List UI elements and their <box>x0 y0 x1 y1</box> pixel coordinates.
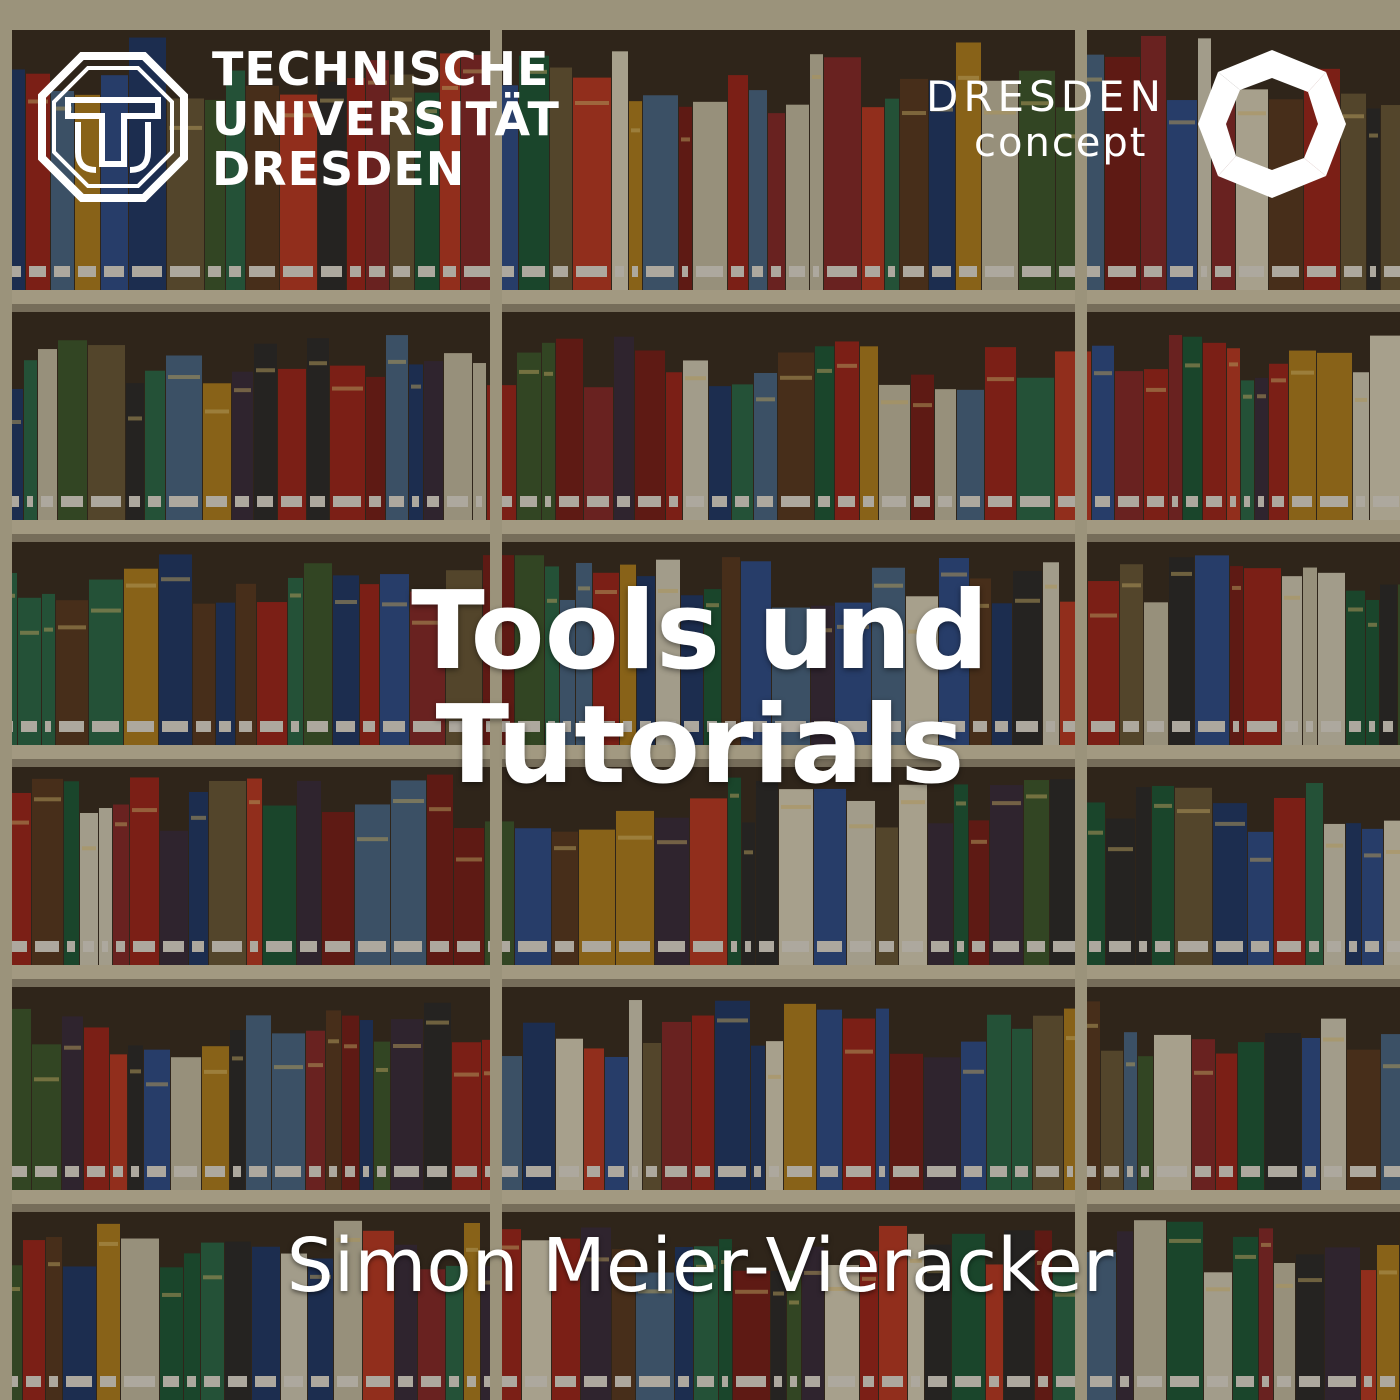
cover-art: TECHNISCHE UNIVERSITÄT DRESDEN DRESDEN c… <box>0 0 1400 1400</box>
university-name: TECHNISCHE UNIVERSITÄT DRESDEN <box>212 44 560 194</box>
university-name-line1: TECHNISCHE <box>212 42 550 96</box>
dresden-concept-wordmark: DRESDEN concept <box>926 72 1167 167</box>
tu-dresden-octagon-icon <box>38 52 188 202</box>
dresden-concept-line1: DRESDEN <box>926 72 1167 121</box>
university-name-line3: DRESDEN <box>212 142 466 196</box>
author-name: Simon Meier-Vieracker <box>286 1223 1114 1309</box>
episode-title-line1: Tools und <box>411 569 989 694</box>
episode-title-line2: Tutorials <box>435 683 965 808</box>
dresden-concept-line2: concept <box>974 120 1148 166</box>
episode-title: Tools und Tutorials <box>0 575 1400 803</box>
dresden-concept-octagon-icon <box>1198 50 1346 198</box>
university-name-line2: UNIVERSITÄT <box>212 92 560 146</box>
